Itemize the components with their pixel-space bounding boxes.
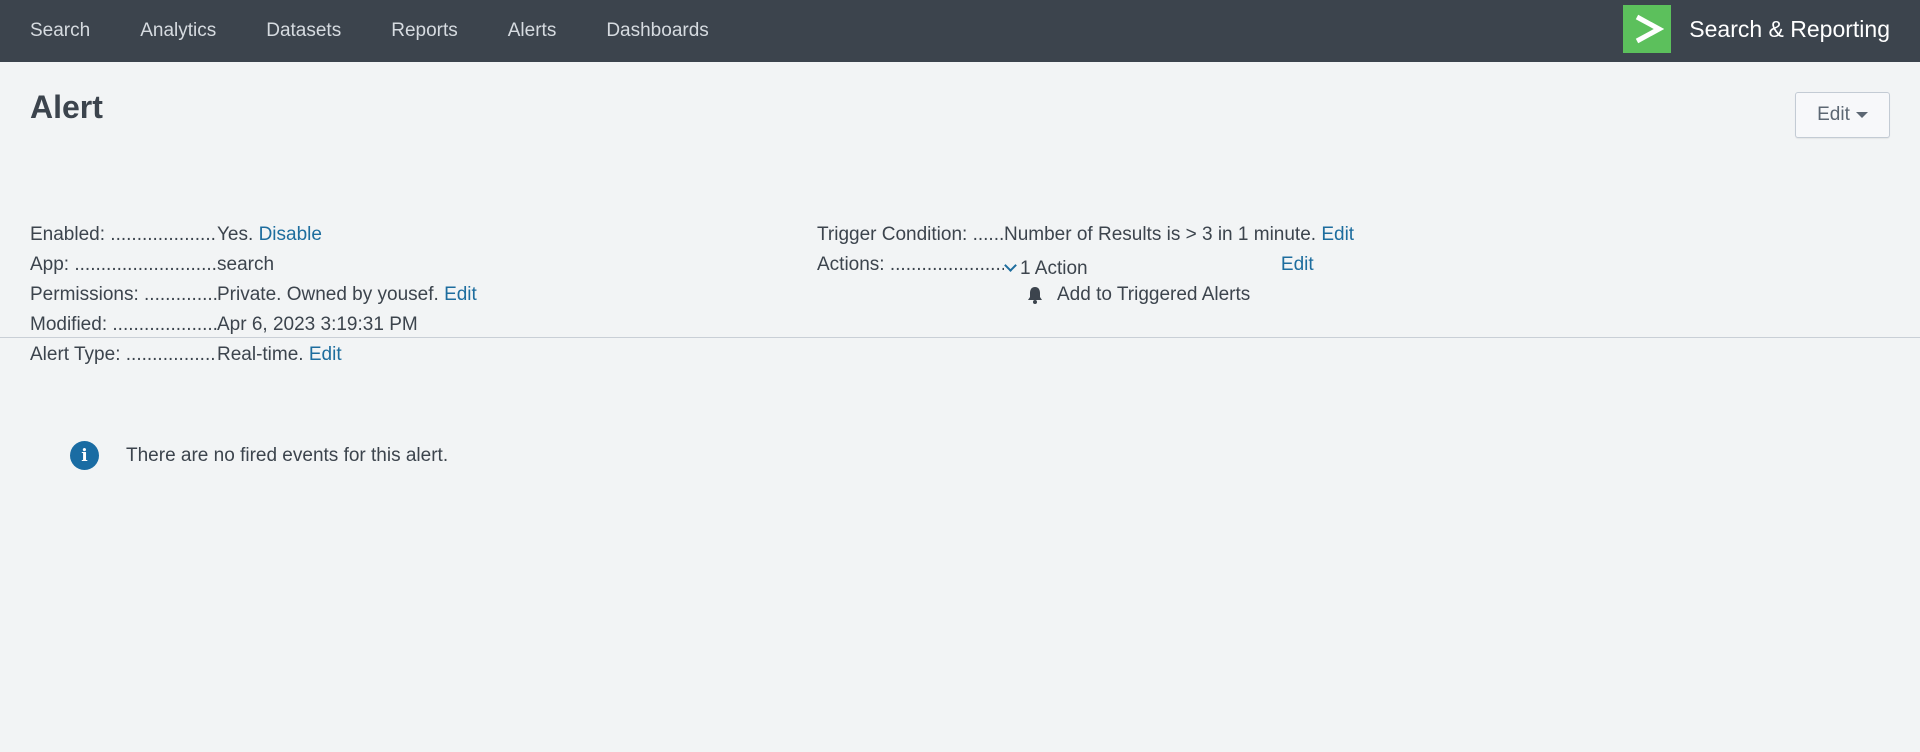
- permissions-label: Permissions:: [30, 280, 217, 310]
- app-row: App: search: [30, 250, 477, 280]
- nav-analytics[interactable]: Analytics: [140, 20, 216, 42]
- alert-header: Alert Edit Enabled: Yes. Disable App: se…: [0, 62, 1920, 365]
- nav-dashboards[interactable]: Dashboards: [606, 20, 708, 42]
- alert-details-left: Enabled: Yes. Disable App: search Permis…: [30, 220, 477, 370]
- chevron-down-icon: [1004, 259, 1017, 272]
- nav-alerts[interactable]: Alerts: [508, 20, 557, 42]
- trigger-condition-value: Number of Results is > 3 in 1 minute.: [1004, 224, 1317, 245]
- permissions-row: Permissions: Private. Owned by yousef. E…: [30, 280, 477, 310]
- info-icon: i: [70, 441, 99, 470]
- trigger-condition-row: Trigger Condition: Number of Results is …: [817, 220, 1354, 250]
- empty-state-text: There are no fired events for this alert…: [126, 444, 449, 466]
- section-divider: [0, 337, 1920, 338]
- top-navigation-bar: Search Analytics Datasets Reports Alerts…: [0, 0, 1920, 62]
- app-brand[interactable]: Search & Reporting: [1623, 5, 1890, 53]
- actions-label: Actions:: [817, 250, 1004, 280]
- alert-type-label: Alert Type:: [30, 340, 217, 370]
- trigger-condition-label: Trigger Condition:: [817, 220, 1004, 250]
- app-name: Search & Reporting: [1689, 15, 1890, 42]
- disable-link[interactable]: Disable: [259, 224, 322, 245]
- edit-trigger-link[interactable]: Edit: [1321, 224, 1354, 245]
- edit-actions-link[interactable]: Edit: [1281, 254, 1314, 275]
- action-item-label: Add to Triggered Alerts: [1057, 284, 1251, 305]
- alert-type-value: Real-time.: [217, 344, 304, 365]
- chevron-right-icon: [1623, 5, 1672, 53]
- edit-button-label: Edit: [1817, 104, 1850, 125]
- enabled-value: Yes.: [217, 224, 254, 245]
- app-value: search: [217, 254, 275, 275]
- page-title: Alert: [30, 89, 103, 125]
- alert-details-right: Trigger Condition: Number of Results is …: [817, 220, 1354, 310]
- bell-icon: [1025, 285, 1045, 305]
- modified-label: Modified:: [30, 310, 217, 340]
- edit-permissions-link[interactable]: Edit: [444, 284, 477, 305]
- actions-toggle[interactable]: 1 Action: [1004, 254, 1088, 284]
- actions-count: 1 Action: [1020, 257, 1088, 279]
- enabled-row: Enabled: Yes. Disable: [30, 220, 477, 250]
- edit-alert-type-link[interactable]: Edit: [309, 344, 342, 365]
- action-item: Add to Triggered Alerts: [1025, 280, 1354, 310]
- modified-value: Apr 6, 2023 3:19:31 PM: [217, 314, 418, 335]
- alert-type-row: Alert Type: Real-time. Edit: [30, 340, 477, 370]
- actions-row: Actions: 1 Action Edit: [817, 250, 1354, 280]
- modified-row: Modified: Apr 6, 2023 3:19:31 PM: [30, 310, 477, 340]
- nav-datasets[interactable]: Datasets: [266, 20, 341, 42]
- permissions-value: Private. Owned by yousef.: [217, 284, 439, 305]
- empty-state-message: i There are no fired events for this ale…: [70, 441, 448, 470]
- nav-reports[interactable]: Reports: [391, 20, 458, 42]
- caret-down-icon: [1855, 112, 1868, 118]
- nav-search[interactable]: Search: [30, 20, 90, 42]
- enabled-label: Enabled:: [30, 220, 217, 250]
- edit-dropdown-button[interactable]: Edit: [1795, 92, 1890, 138]
- app-label: App:: [30, 250, 217, 280]
